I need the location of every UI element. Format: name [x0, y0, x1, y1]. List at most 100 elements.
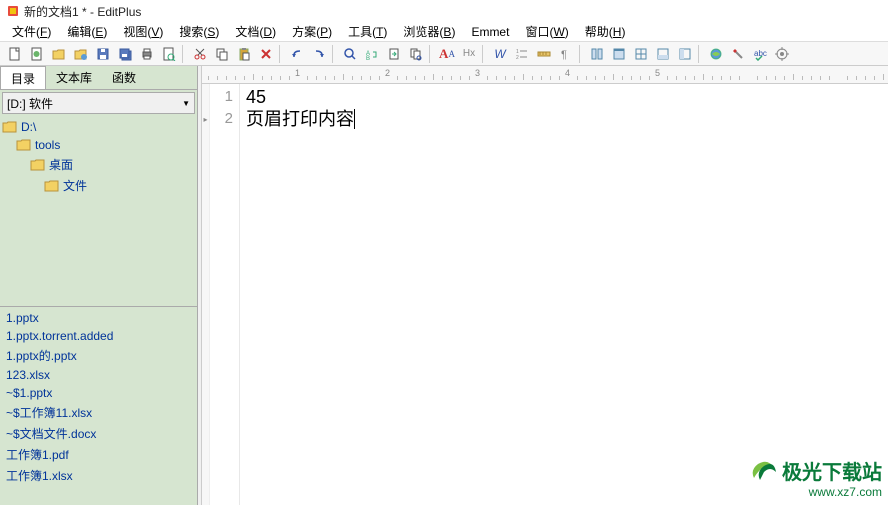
tools-button[interactable] — [727, 44, 749, 64]
file-row[interactable]: ~$1.pptx — [2, 384, 195, 402]
file-row[interactable]: 1.pptx — [2, 309, 195, 327]
open-remote-button[interactable] — [70, 44, 92, 64]
ruler-button[interactable] — [533, 44, 555, 64]
watermark-url: www.xz7.com — [748, 485, 882, 499]
chevron-down-icon: ▼ — [182, 99, 190, 108]
cliptext-button[interactable] — [630, 44, 652, 64]
folder-icon — [16, 138, 32, 152]
wordwrap-button[interactable]: W — [489, 44, 511, 64]
folder-tree: D:\ tools 桌面文件 — [0, 116, 197, 306]
save-button[interactable] — [92, 44, 114, 64]
column-button[interactable] — [586, 44, 608, 64]
find-files-button[interactable] — [405, 44, 427, 64]
toolbar-separator — [579, 45, 584, 63]
toolbar-separator — [482, 45, 487, 63]
spell-button[interactable]: abc — [749, 44, 771, 64]
drive-selector[interactable]: [D:] 软件 ▼ — [2, 92, 195, 114]
whitespace-button[interactable]: ¶ — [555, 44, 577, 64]
menu-编辑[interactable]: 编辑(E) — [61, 22, 113, 41]
file-row[interactable]: 123.xlsx — [2, 366, 195, 384]
delete-button[interactable] — [255, 44, 277, 64]
sidebar-tab-0[interactable]: 目录 — [0, 66, 46, 89]
watermark-logo-icon — [748, 458, 778, 484]
svg-text:¶: ¶ — [561, 49, 567, 61]
settings-button[interactable] — [771, 44, 793, 64]
ruler: 12345 — [202, 66, 888, 84]
toolbar: AB AA Hx W 12 ¶ abc — [0, 42, 888, 66]
folder-icon — [2, 120, 18, 134]
menu-Emmet[interactable]: Emmet — [465, 24, 515, 40]
line-marker: ▸ — [202, 108, 209, 130]
file-row[interactable]: 1.pptx.torrent.added — [2, 327, 195, 345]
line-number-gutter: 12 — [210, 84, 240, 505]
toolbar-separator — [429, 45, 434, 63]
menu-视图[interactable]: 视图(V) — [117, 22, 169, 41]
file-row[interactable]: 1.pptx的.pptx — [2, 345, 195, 366]
tree-node-label: 桌面 — [49, 156, 73, 173]
editor-line: 45 — [246, 86, 882, 108]
redo-button[interactable] — [308, 44, 330, 64]
menu-浏览器[interactable]: 浏览器(B) — [397, 22, 461, 41]
output-button[interactable] — [652, 44, 674, 64]
sidebar: 目录文本库函数 [D:] 软件 ▼ D:\tools桌面文件 1.pptx1.p… — [0, 66, 198, 505]
file-row[interactable]: ~$工作簿11.xlsx — [2, 402, 195, 423]
fullscreen-button[interactable] — [608, 44, 630, 64]
paste-button[interactable] — [233, 44, 255, 64]
menu-窗口[interactable]: 窗口(W) — [519, 22, 574, 41]
toolbar-separator — [332, 45, 337, 63]
replace-button[interactable]: AB — [361, 44, 383, 64]
new-html-button[interactable] — [26, 44, 48, 64]
font-button[interactable]: AA — [436, 44, 458, 64]
editor-line: 页眉打印内容 — [246, 108, 882, 130]
edit-body: ▸ 12 45页眉打印内容 — [202, 84, 888, 505]
tree-node[interactable]: 桌面 — [2, 154, 195, 175]
menu-文件[interactable]: 文件(F) — [6, 22, 57, 41]
file-list: 1.pptx1.pptx.torrent.added1.pptx的.pptx12… — [0, 306, 197, 505]
line-marker-gutter: ▸ — [202, 84, 210, 505]
sidebar-tab-2[interactable]: 函数 — [102, 66, 146, 89]
menu-搜索[interactable]: 搜索(S) — [173, 22, 225, 41]
svg-text:2: 2 — [516, 55, 519, 61]
tree-node-label: D:\ — [21, 120, 36, 134]
text-cursor — [354, 109, 355, 129]
drive-label: [D:] 软件 — [7, 95, 53, 112]
print-button[interactable] — [136, 44, 158, 64]
new-file-button[interactable] — [4, 44, 26, 64]
file-row[interactable]: 工作簿1.xlsx — [2, 465, 195, 486]
find-button[interactable] — [339, 44, 361, 64]
line-number-button[interactable]: 12 — [511, 44, 533, 64]
svg-text:B: B — [366, 56, 370, 61]
tree-node[interactable]: tools — [2, 136, 195, 154]
sidebar-tab-1[interactable]: 文本库 — [46, 66, 102, 89]
open-button[interactable] — [48, 44, 70, 64]
hex-button[interactable]: Hx — [458, 44, 480, 64]
editor-area: 12345 ▸ 12 45页眉打印内容 — [202, 66, 888, 505]
toolbar-separator — [279, 45, 284, 63]
menu-bar: 文件(F)编辑(E)视图(V)搜索(S)文档(D)方案(P)工具(T)浏览器(B… — [0, 22, 888, 42]
tree-node[interactable]: D:\ — [2, 118, 195, 136]
directory-button[interactable] — [674, 44, 696, 64]
cut-button[interactable] — [189, 44, 211, 64]
preview-button[interactable] — [158, 44, 180, 64]
watermark-text: 极光下载站 — [782, 456, 882, 485]
menu-方案[interactable]: 方案(P) — [286, 22, 338, 41]
sidebar-tabs: 目录文本库函数 — [0, 66, 197, 90]
undo-button[interactable] — [286, 44, 308, 64]
copy-button[interactable] — [211, 44, 233, 64]
line-marker — [202, 86, 209, 108]
toolbar-separator — [182, 45, 187, 63]
menu-文档[interactable]: 文档(D) — [229, 22, 282, 41]
watermark: 极光下载站 www.xz7.com — [748, 456, 882, 499]
save-all-button[interactable] — [114, 44, 136, 64]
main-area: 目录文本库函数 [D:] 软件 ▼ D:\tools桌面文件 1.pptx1.p… — [0, 66, 888, 505]
menu-工具[interactable]: 工具(T) — [342, 22, 393, 41]
menu-帮助[interactable]: 帮助(H) — [579, 22, 632, 41]
title-bar: 新的文档1 * - EditPlus — [0, 0, 888, 22]
file-row[interactable]: 工作簿1.pdf — [2, 444, 195, 465]
tree-node[interactable]: 文件 — [2, 175, 195, 196]
window-title: 新的文档1 * - EditPlus — [24, 3, 141, 20]
goto-button[interactable] — [383, 44, 405, 64]
text-editor[interactable]: 45页眉打印内容 — [240, 84, 888, 505]
browser-button[interactable] — [705, 44, 727, 64]
file-row[interactable]: ~$文档文件.docx — [2, 423, 195, 444]
